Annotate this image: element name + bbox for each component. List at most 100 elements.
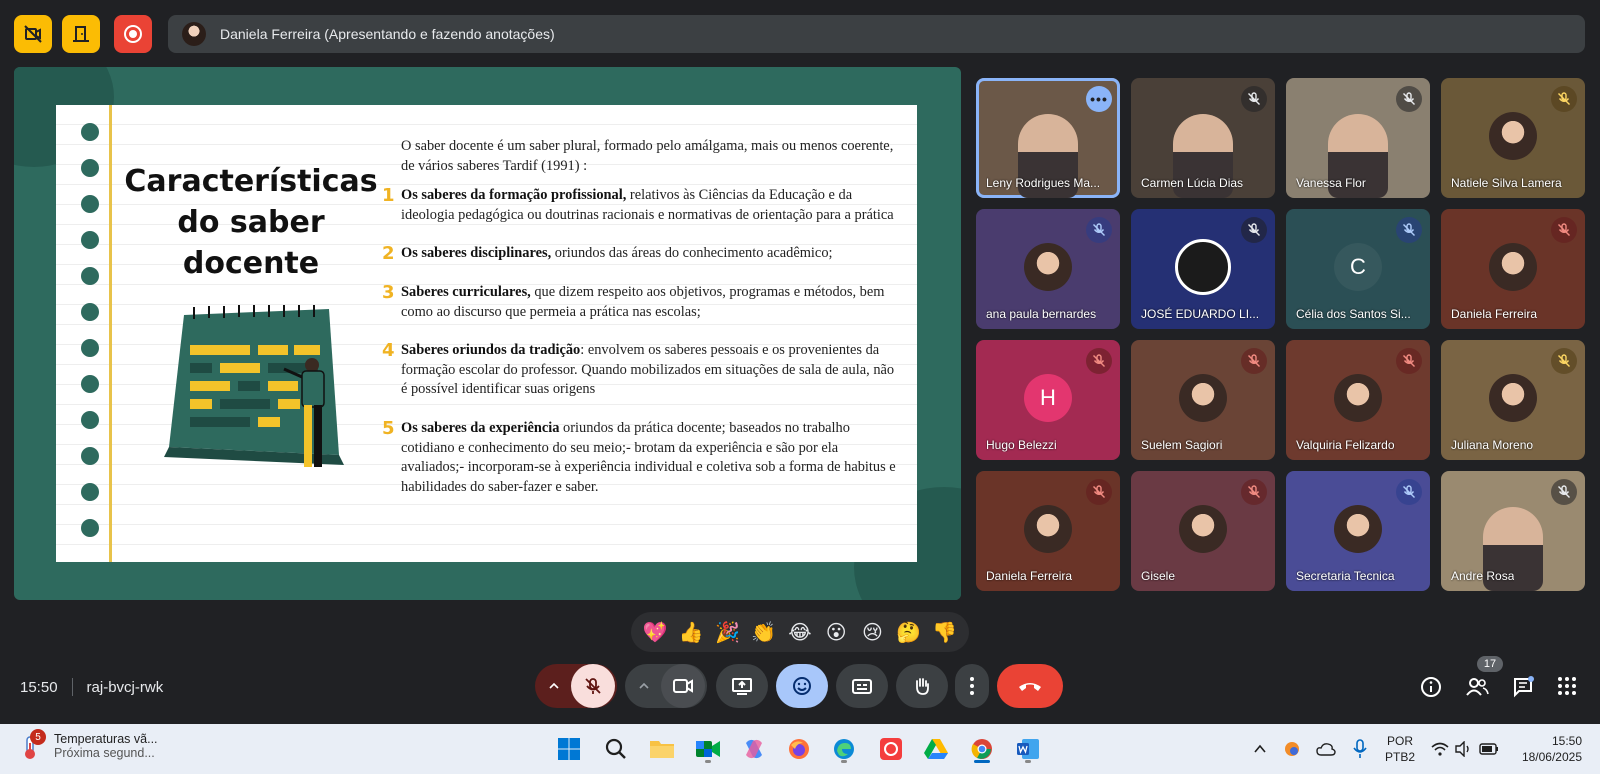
running-indicator	[705, 760, 711, 763]
item-heading: Saberes curriculares,	[401, 283, 531, 300]
meeting-info: 15:50 raj-bvcj-rwk	[20, 678, 163, 696]
recording-button[interactable]	[114, 15, 152, 53]
participant-tile[interactable]: Vanessa Flor	[1286, 78, 1430, 198]
camera-toggle-button[interactable]	[661, 664, 705, 708]
mic-muted-icon	[1551, 348, 1577, 374]
chat-button[interactable]	[1512, 676, 1534, 703]
slide-title-line: Características	[124, 164, 378, 199]
video-camera-icon	[673, 679, 693, 693]
item-number: 5	[382, 417, 395, 439]
mic-options-button[interactable]	[537, 680, 571, 692]
weather-widget[interactable]: 5 Temperaturas vã... Próxima segund...	[18, 729, 158, 761]
participant-tile[interactable]: H Hugo Belezzi	[976, 340, 1120, 460]
taskbar-chrome[interactable]	[966, 733, 998, 765]
show-hidden-icons-button[interactable]	[1244, 733, 1276, 765]
activities-button[interactable]	[1557, 676, 1577, 701]
tray-onedrive[interactable]	[1310, 733, 1342, 765]
taskbar-globoplay[interactable]	[875, 733, 907, 765]
participant-name: Gisele	[1141, 569, 1176, 583]
reaction-laugh[interactable]: 😂	[783, 620, 817, 645]
reaction-thumbs-up[interactable]: 👍	[674, 620, 708, 645]
more-options-button[interactable]	[955, 664, 989, 708]
meeting-details-button[interactable]	[1420, 676, 1442, 703]
taskbar-firefox[interactable]	[783, 733, 815, 765]
item-heading: Os saberes da experiência	[401, 419, 560, 436]
participant-tile[interactable]: Gisele	[1131, 471, 1275, 591]
hang-up-icon	[1019, 683, 1041, 691]
obs-logo-icon	[1175, 238, 1231, 295]
participant-tile[interactable]: Valquiria Felizardo	[1286, 340, 1430, 460]
mic-muted-icon	[1241, 479, 1267, 505]
participant-tile[interactable]: JOSÉ EDUARDO LI...	[1131, 209, 1275, 329]
participant-tile[interactable]: Daniela Ferreira	[976, 471, 1120, 591]
raise-hand-button[interactable]	[896, 664, 948, 708]
captions-button[interactable]	[836, 664, 888, 708]
mic-muted-icon	[1241, 217, 1267, 243]
top-bar: Daniela Ferreira (Apresentando e fazendo…	[0, 0, 1600, 66]
door-icon	[73, 26, 89, 42]
start-button[interactable]	[553, 733, 585, 765]
reaction-heart[interactable]: 💖	[638, 620, 672, 645]
search-button[interactable]	[600, 733, 632, 765]
participant-tile[interactable]: C Célia dos Santos Si...	[1286, 209, 1430, 329]
presenter-bar[interactable]: Daniela Ferreira (Apresentando e fazendo…	[168, 15, 1585, 53]
reaction-thinking[interactable]: 🤔	[892, 620, 926, 645]
taskbar-clock[interactable]: 15:50 18/06/2025	[1508, 733, 1582, 765]
participant-tile[interactable]: ••• Leny Rodrigues Ma...	[976, 78, 1120, 198]
participant-avatar: C	[1334, 242, 1382, 291]
tray-battery[interactable]	[1473, 733, 1505, 765]
participant-tile[interactable]: ana paula bernardes	[976, 209, 1120, 329]
reaction-party[interactable]: 🎉	[711, 620, 745, 645]
tray-microphone[interactable]	[1344, 733, 1376, 765]
record-icon	[124, 25, 142, 43]
taskbar-edge[interactable]	[828, 733, 860, 765]
participant-tile[interactable]: Secretaria Tecnica	[1286, 471, 1430, 591]
participant-tile[interactable]: Suelem Sagiori	[1131, 340, 1275, 460]
taskbar-google-drive[interactable]	[920, 733, 952, 765]
emoji-reactions-button[interactable]	[776, 664, 828, 708]
item-text: oriundos das áreas do conhecimento acadê…	[551, 245, 833, 262]
binder-hole	[81, 231, 99, 249]
participant-tile[interactable]: Juliana Moreno	[1441, 340, 1585, 460]
taskbar-word[interactable]	[1012, 733, 1044, 765]
tile-more-options-button[interactable]: •••	[1086, 86, 1112, 112]
companion-mode-button[interactable]	[62, 15, 100, 53]
running-indicator	[1025, 760, 1031, 763]
microphone-icon	[1353, 739, 1367, 758]
chrome-icon	[971, 739, 992, 759]
mic-muted-icon	[1086, 479, 1112, 505]
no-camera-button[interactable]	[14, 15, 52, 53]
app-tray-icon	[1285, 742, 1299, 756]
people-button[interactable]	[1465, 676, 1489, 703]
reaction-thumbs-down[interactable]: 👎	[928, 620, 962, 645]
word-icon	[1017, 739, 1039, 759]
taskbar-file-explorer[interactable]	[646, 733, 678, 765]
meeting-code[interactable]: raj-bvcj-rwk	[87, 679, 164, 696]
reaction-clap[interactable]: 👏	[747, 620, 781, 645]
participant-tile[interactable]: Natiele Silva Lamera	[1441, 78, 1585, 198]
leave-call-button[interactable]	[997, 664, 1063, 708]
reaction-sad[interactable]: 😢	[855, 620, 889, 645]
keyboard-layout: PTB2	[1385, 750, 1416, 764]
taskbar-copilot[interactable]	[738, 733, 770, 765]
search-icon	[605, 738, 626, 759]
mic-toggle-button[interactable]	[571, 664, 615, 708]
binder-hole	[81, 339, 99, 357]
taskbar-google-meet[interactable]	[692, 733, 724, 765]
mic-muted-icon	[1396, 348, 1422, 374]
item-number: 3	[382, 281, 395, 303]
clock-time: 15:50	[1551, 734, 1582, 748]
participant-tile[interactable]: Daniela Ferreira	[1441, 209, 1585, 329]
participant-tile[interactable]: Andre Rosa	[1441, 471, 1585, 591]
participant-tile[interactable]: Carmen Lúcia Dias	[1131, 78, 1275, 198]
binder-hole	[81, 303, 99, 321]
input-language[interactable]: POR PTB2	[1385, 733, 1415, 765]
notebook-paper: Características do saber docente O saber…	[56, 105, 917, 562]
present-screen-button[interactable]	[716, 664, 768, 708]
participant-name: Célia dos Santos Si...	[1296, 307, 1411, 321]
reaction-surprised[interactable]: 😮	[819, 620, 853, 645]
binder-hole	[81, 159, 99, 177]
tray-colorful-app[interactable]	[1276, 733, 1308, 765]
camera-options-button[interactable]	[627, 680, 661, 692]
presentation-slide: Características do saber docente O saber…	[14, 67, 961, 600]
